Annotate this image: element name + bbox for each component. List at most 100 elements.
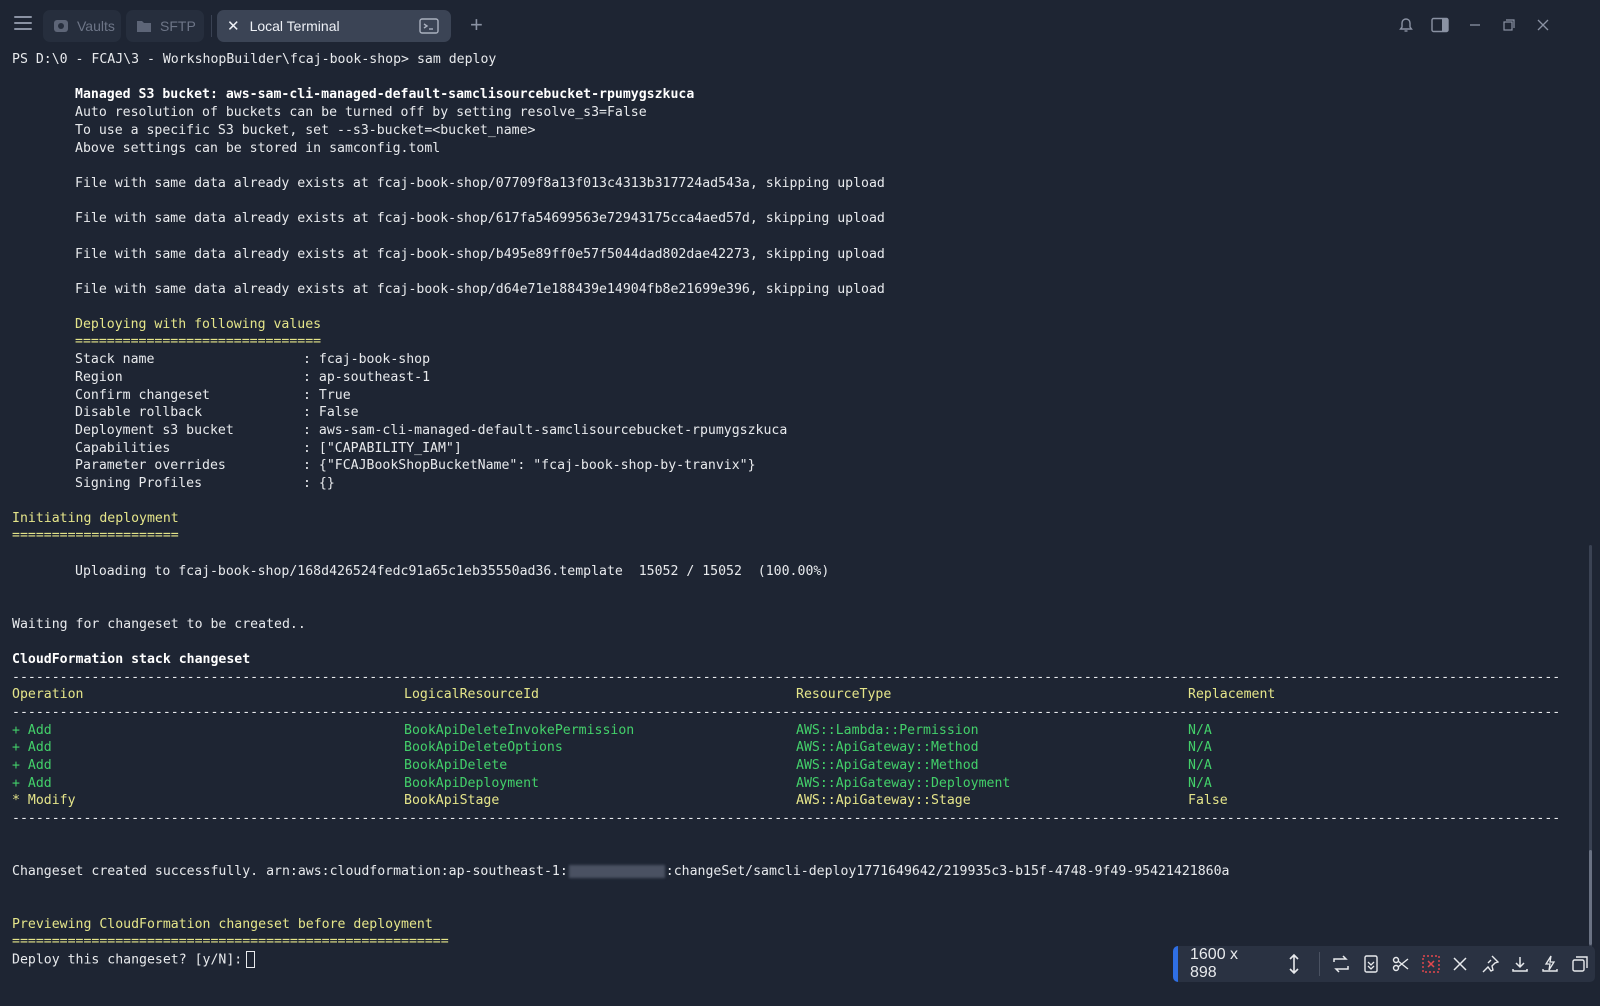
cell-logical-id: BookApiDeleteOptions [404, 740, 563, 755]
restore-icon[interactable] [1499, 15, 1519, 35]
deploy-prompt-line[interactable]: Deploy this changeset? [y/N]: [12, 951, 256, 969]
value-row: Capabilities: ["CAPABILITY_IAM"] [12, 440, 462, 458]
value-key: Region [75, 370, 123, 385]
sidebar-toggle-icon[interactable] [1430, 15, 1450, 35]
cell-logical-id: BookApiDeployment [404, 776, 539, 791]
value-row: Disable rollback : False [12, 404, 359, 422]
column-header: ResourceType [796, 687, 892, 702]
title-bar: Vaults SFTP ✕ Local Terminal + [0, 0, 1600, 50]
deploying-rule: =============================== [75, 334, 322, 349]
value-val: : True [303, 388, 351, 403]
tab-label: Local Terminal [249, 18, 340, 34]
close-window-icon[interactable] [1533, 15, 1553, 35]
settings-stored-line: Above settings can be stored in samconfi… [75, 141, 441, 156]
value-val: : ["CAPABILITY_IAM"] [303, 441, 462, 456]
table-row: + Add BookApiDelete AWS::ApiGateway::Met… [12, 757, 1560, 775]
scissors-icon[interactable] [1386, 949, 1416, 979]
table-rule: ----------------------------------------… [12, 811, 1560, 826]
value-val: : fcaj-book-shop [303, 352, 431, 367]
changeset-prefix: Changeset created successfully. arn:aws:… [12, 864, 568, 879]
dimensions-readout: 1600 x 898 [1190, 946, 1239, 981]
tab-divider [211, 15, 212, 37]
prompt-line: PS D:\0 - FCAJ\3 - WorkshopBuilder\fcaj-… [12, 51, 496, 69]
changeset-title: CloudFormation stack changeset [12, 652, 251, 667]
tab-label: Vaults [77, 18, 115, 34]
folder-icon [136, 19, 152, 33]
tab-label: SFTP [160, 18, 196, 34]
file-skip-line: File with same data already exists at fc… [75, 211, 885, 226]
cancel-capture-icon[interactable] [1416, 949, 1446, 979]
value-key: Disable rollback [75, 405, 203, 420]
previewing-rule: ========================================… [12, 934, 449, 949]
cell-operation: + Add [12, 758, 52, 773]
minimize-icon[interactable] [1465, 15, 1485, 35]
close-icon[interactable] [1445, 949, 1475, 979]
download-icon[interactable] [1505, 949, 1535, 979]
value-val: : aws-sam-cli-managed-default-samclisour… [303, 423, 788, 438]
close-tab-icon[interactable]: ✕ [227, 17, 240, 35]
deploying-header: Deploying with following values [75, 317, 322, 332]
value-val: : False [303, 405, 359, 420]
value-row: Parameter overrides: {"FCAJBookShopBucke… [12, 457, 756, 475]
redacted-account-id [568, 864, 665, 878]
cell-replacement: False [1188, 793, 1228, 808]
value-key: Confirm changeset [75, 388, 210, 403]
cell-logical-id: BookApiDelete [404, 758, 508, 773]
table-header: Operation LogicalResourceId ResourceType… [12, 686, 1560, 704]
cell-logical-id: BookApiDeleteInvokePermission [404, 723, 635, 738]
value-val: : ap-southeast-1 [303, 370, 431, 385]
specific-bucket-line: To use a specific S3 bucket, set --s3-bu… [75, 123, 536, 138]
resize-vertical-icon[interactable] [1279, 949, 1309, 979]
vault-icon [53, 18, 69, 34]
cell-logical-id: BookApiStage [404, 793, 500, 808]
value-key: Signing Profiles [75, 476, 203, 491]
toolbar-divider [1318, 952, 1320, 976]
tab-vaults[interactable]: Vaults [43, 10, 121, 42]
tab-sftp[interactable]: SFTP [126, 10, 204, 42]
cell-resource-type: AWS::ApiGateway::Method [796, 740, 979, 755]
changeset-suffix: :changeSet/samcli-deploy1771649642/21993… [665, 864, 1230, 879]
value-key: Stack name [75, 352, 155, 367]
column-header: Replacement [1188, 687, 1276, 702]
value-row: Signing Profiles: {} [12, 475, 335, 493]
column-header: LogicalResourceId [404, 687, 539, 702]
new-tab-button[interactable]: + [470, 12, 483, 38]
managed-bucket-line: Managed S3 bucket: aws-sam-cli-managed-d… [75, 87, 695, 102]
screenshot-toolbar: 1600 x 898 [1173, 946, 1595, 982]
file-skip-line: File with same data already exists at fc… [75, 247, 885, 262]
scrollbar-thumb[interactable] [1589, 850, 1592, 945]
cell-resource-type: AWS::ApiGateway::Method [796, 758, 979, 773]
changeset-created-line: Changeset created successfully. arn:aws:… [12, 863, 1230, 881]
cell-operation: + Add [12, 776, 52, 791]
waiting-line: Waiting for changeset to be created.. [12, 617, 306, 632]
table-row: + Add BookApiDeleteOptions AWS::ApiGatew… [12, 739, 1560, 757]
quick-save-icon[interactable] [1535, 949, 1565, 979]
value-row: Stack name : fcaj-book-shop [12, 351, 430, 369]
pin-icon[interactable] [1475, 949, 1505, 979]
value-key: Deployment s3 bucket [75, 423, 234, 438]
copy-icon[interactable] [1565, 949, 1595, 979]
menu-icon[interactable] [14, 16, 32, 34]
cell-replacement: N/A [1188, 776, 1212, 791]
table-rule: ----------------------------------------… [12, 670, 1560, 685]
cell-replacement: N/A [1188, 723, 1212, 738]
prompt: PS D:\0 - FCAJ\3 - WorkshopBuilder\fcaj-… [12, 52, 409, 67]
scroll-capture-icon[interactable] [1356, 949, 1386, 979]
tab-local-terminal[interactable]: ✕ Local Terminal [217, 10, 451, 42]
cell-replacement: N/A [1188, 740, 1212, 755]
file-skip-line: File with same data already exists at fc… [75, 176, 885, 191]
auto-resolution-line: Auto resolution of buckets can be turned… [75, 105, 647, 120]
initiating-rule: ===================== [12, 528, 179, 543]
cell-operation: + Add [12, 723, 52, 738]
cell-operation: * Modify [12, 793, 76, 808]
notification-bell-icon[interactable] [1396, 15, 1416, 35]
file-skip-line: File with same data already exists at fc… [75, 282, 885, 297]
value-val: : {"FCAJBookShopBucketName": "fcaj-book-… [303, 458, 756, 473]
table-row: + Add BookApiDeployment AWS::ApiGateway:… [12, 775, 1560, 793]
text-cursor [246, 951, 256, 968]
deploy-prompt: Deploy this changeset? [y/N]: [12, 952, 243, 968]
table-row: * Modify BookApiStage AWS::ApiGateway::S… [12, 792, 1560, 810]
terminal-output[interactable]: PS D:\0 - FCAJ\3 - WorkshopBuilder\fcaj-… [12, 50, 1582, 1006]
repeat-icon[interactable] [1326, 949, 1356, 979]
table-rule: ----------------------------------------… [12, 705, 1560, 720]
